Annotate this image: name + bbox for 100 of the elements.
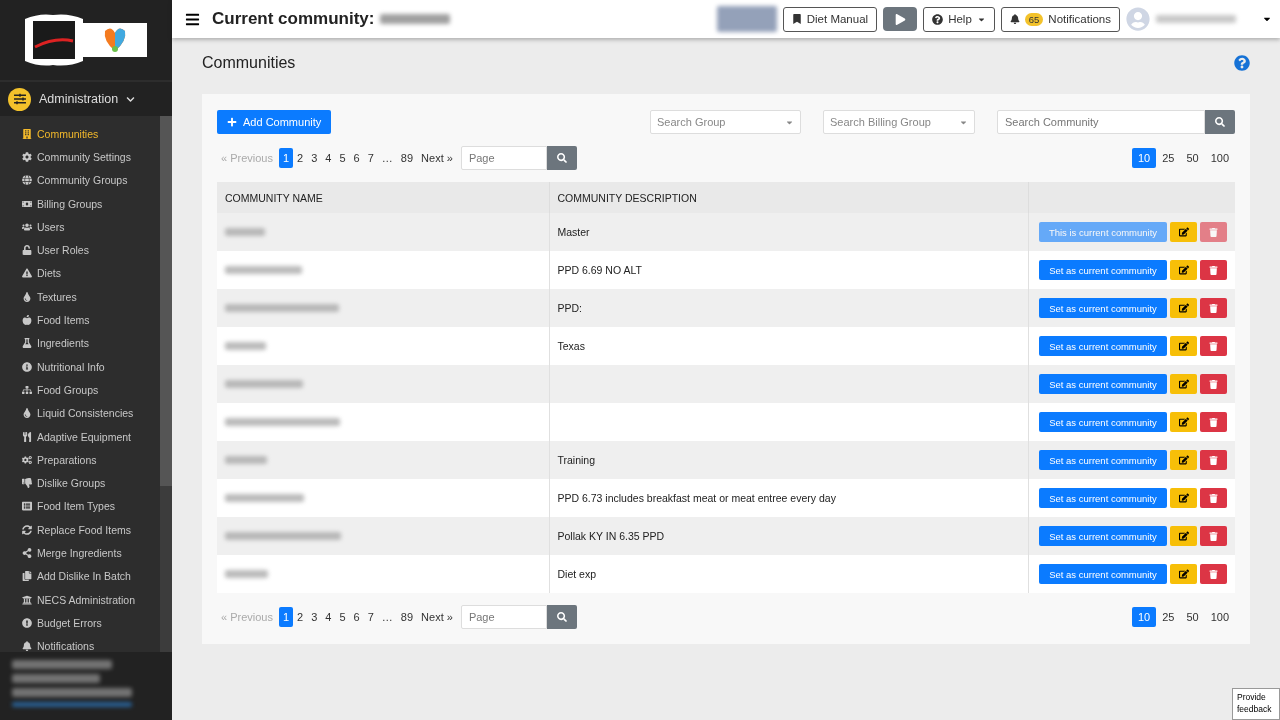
sidebar-item[interactable]: Diets	[22, 261, 160, 286]
diet-manual-button[interactable]: Diet Manual	[782, 6, 878, 32]
set-current-button[interactable]: Set as current community	[1039, 260, 1167, 280]
sidebar-item[interactable]: Billing Groups	[22, 191, 160, 216]
search-button[interactable]	[546, 605, 577, 629]
page-size-option[interactable]: 50	[1180, 148, 1205, 168]
page-link[interactable]: 2	[293, 148, 308, 168]
page-link[interactable]: 4	[321, 607, 336, 627]
page-size-option[interactable]: 50	[1180, 607, 1205, 627]
edit-button[interactable]	[1170, 488, 1197, 508]
sidebar-item[interactable]: Merge Ingredients	[22, 541, 160, 565]
help-button[interactable]: Help	[923, 6, 995, 32]
page-link[interactable]: 6	[349, 148, 364, 168]
delete-button[interactable]	[1200, 564, 1227, 584]
sidebar-item[interactable]: Food Groups	[22, 378, 160, 402]
add-community-button[interactable]: Add Community	[217, 110, 332, 134]
page-link[interactable]: …	[377, 607, 397, 627]
sidebar-item[interactable]: Add Dislike In Batch	[22, 564, 160, 588]
sidebar-item[interactable]: Liquid Consistencies	[22, 401, 160, 425]
page-link[interactable]: 7	[363, 148, 378, 168]
edit-button[interactable]	[1170, 260, 1197, 280]
set-current-button[interactable]: Set as current community	[1039, 336, 1167, 356]
set-current-button[interactable]: Set as current community	[1039, 374, 1167, 394]
sidebar-item[interactable]: Nutritional Info	[22, 354, 160, 379]
help-icon[interactable]	[1234, 55, 1250, 71]
sidebar-item[interactable]: NECS Administration	[22, 587, 160, 612]
page-link[interactable]: 3	[307, 607, 322, 627]
section-header[interactable]: Administration	[0, 82, 172, 116]
set-current-button[interactable]: Set as current community	[1039, 488, 1167, 508]
page-link[interactable]: …	[377, 148, 397, 168]
search-group-select[interactable]: Search Group	[650, 110, 801, 134]
page-field[interactable]: Page	[460, 605, 547, 629]
search-button[interactable]	[1205, 110, 1235, 134]
edit-button[interactable]	[1170, 526, 1197, 546]
search-billing-group-select[interactable]: Search Billing Group	[823, 110, 975, 134]
page-link[interactable]: 1	[279, 148, 294, 168]
edit-button[interactable]	[1170, 222, 1197, 242]
edit-icon	[1178, 531, 1189, 541]
next-link[interactable]: Next »	[417, 607, 457, 627]
search-button[interactable]	[546, 146, 577, 170]
set-current-button[interactable]: Set as current community	[1039, 564, 1167, 584]
sidebar-item[interactable]: Community Groups	[22, 168, 160, 192]
page-link[interactable]: 4	[321, 148, 336, 168]
sidebar-item[interactable]: Replace Food Items	[22, 518, 160, 542]
edit-button[interactable]	[1170, 374, 1197, 394]
sidebar-item[interactable]: Notifications	[22, 634, 160, 652]
sidebar-item[interactable]: Communities	[22, 122, 160, 146]
trash-icon	[1209, 265, 1218, 275]
sidebar-item[interactable]: Ingredients	[22, 331, 160, 355]
feedback-button[interactable]: Provide feedback	[1232, 688, 1280, 720]
sidebar-item[interactable]: Food Item Types	[22, 494, 160, 519]
page-field[interactable]: Page	[460, 146, 547, 170]
sidebar-item[interactable]: Textures	[22, 285, 160, 309]
set-current-button[interactable]: Set as current community	[1039, 298, 1167, 318]
delete-button[interactable]	[1200, 374, 1227, 394]
sidebar-item[interactable]: Dislike Groups	[22, 471, 160, 495]
page-link[interactable]: 7	[363, 607, 378, 627]
page-size-option[interactable]: 100	[1204, 607, 1235, 627]
set-current-button[interactable]: Set as current community	[1039, 412, 1167, 432]
play-button[interactable]	[883, 7, 918, 31]
delete-button[interactable]	[1200, 260, 1227, 280]
page-link[interactable]: 1	[279, 607, 294, 627]
sidebar-item[interactable]: Preparations	[22, 448, 160, 472]
next-link[interactable]: Next »	[417, 148, 457, 168]
delete-button[interactable]	[1200, 526, 1227, 546]
sidebar-item[interactable]: Adaptive Equipment	[22, 424, 160, 449]
page-link[interactable]: 3	[307, 148, 322, 168]
delete-button[interactable]	[1200, 450, 1227, 470]
menu-icon[interactable]	[185, 11, 200, 27]
page-size-option[interactable]: 100	[1204, 148, 1235, 168]
edit-button[interactable]	[1170, 564, 1197, 584]
set-current-button[interactable]: Set as current community	[1039, 450, 1167, 470]
page-size-option[interactable]: 25	[1156, 607, 1181, 627]
delete-button[interactable]	[1200, 412, 1227, 432]
scrollbar-thumb[interactable]	[160, 116, 172, 486]
edit-button[interactable]	[1170, 336, 1197, 356]
page-size-option[interactable]: 10	[1131, 148, 1157, 168]
bookmark-icon	[791, 14, 802, 24]
notifications-button[interactable]: 65 Notifications	[1000, 6, 1120, 32]
page-size-option[interactable]: 25	[1156, 148, 1181, 168]
sidebar-item[interactable]: Community Settings	[22, 145, 160, 169]
search-community-field[interactable]: Search Community	[997, 110, 1205, 134]
page-link[interactable]: 6	[349, 607, 364, 627]
edit-button[interactable]	[1170, 412, 1197, 432]
page-link[interactable]: 2	[293, 607, 308, 627]
set-current-button[interactable]: Set as current community	[1039, 526, 1167, 546]
delete-button[interactable]	[1200, 298, 1227, 318]
edit-button[interactable]	[1170, 298, 1197, 318]
edit-button[interactable]	[1170, 450, 1197, 470]
delete-button[interactable]	[1200, 488, 1227, 508]
sidebar-item[interactable]: Budget Errors	[22, 611, 160, 635]
page-link[interactable]: 5	[335, 148, 350, 168]
delete-button[interactable]	[1200, 336, 1227, 356]
sidebar-item[interactable]: Users	[22, 215, 160, 239]
sidebar-item[interactable]: User Roles	[22, 238, 160, 262]
sidebar-item[interactable]: Food Items	[22, 308, 160, 332]
page-link[interactable]: 5	[335, 607, 350, 627]
page-link[interactable]: 89	[396, 607, 418, 627]
page-size-option[interactable]: 10	[1131, 607, 1157, 627]
page-link[interactable]: 89	[396, 148, 418, 168]
